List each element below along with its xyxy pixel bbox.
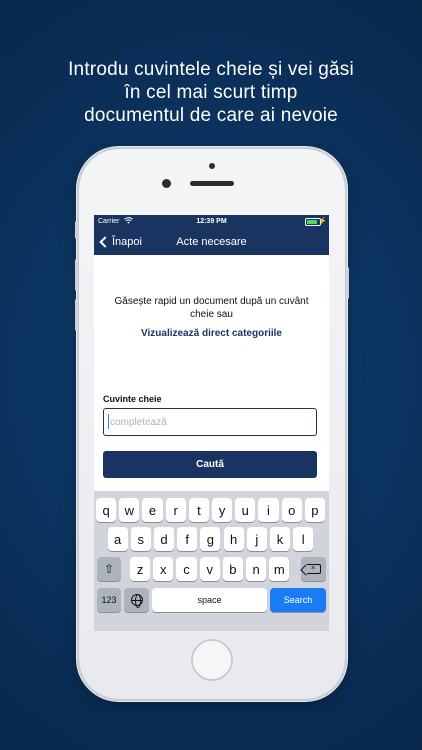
- space-key[interactable]: space: [152, 588, 267, 612]
- phone-volume-up: [75, 259, 78, 291]
- key-n[interactable]: n: [246, 557, 267, 581]
- key-l[interactable]: l: [293, 527, 314, 551]
- shift-key[interactable]: ⇧: [97, 557, 121, 581]
- key-k[interactable]: k: [269, 527, 291, 551]
- numbers-key[interactable]: 123: [97, 588, 121, 612]
- promo-headline: Introdu cuvintele cheie și vei găsi în c…: [0, 58, 422, 127]
- key-w[interactable]: w: [119, 498, 140, 522]
- backspace-icon: ×: [306, 564, 321, 574]
- key-f[interactable]: f: [177, 527, 198, 551]
- key-a[interactable]: a: [107, 527, 128, 551]
- headline-line-1: Introdu cuvintele cheie și vei găsi: [68, 59, 354, 80]
- headline-line-2: în cel mai scurt timp: [124, 82, 298, 103]
- key-c[interactable]: c: [176, 557, 197, 581]
- phone-sensor: [209, 163, 215, 169]
- key-x[interactable]: x: [153, 557, 174, 581]
- text-cursor: [108, 414, 109, 429]
- search-button[interactable]: Caută: [103, 451, 317, 478]
- battery-level-fill: [307, 220, 318, 224]
- key-b[interactable]: b: [222, 557, 243, 581]
- phone-speaker: [190, 181, 234, 186]
- key-p[interactable]: p: [304, 498, 325, 522]
- status-bar: Carrier 12:39 PM ⚡: [94, 215, 329, 229]
- keyboard-search-key[interactable]: Search: [270, 588, 326, 612]
- key-s[interactable]: s: [130, 527, 151, 551]
- navigation-bar: Înapoi Acte necesare: [94, 229, 329, 255]
- globe-icon: [130, 594, 143, 608]
- key-v[interactable]: v: [199, 557, 220, 581]
- key-y[interactable]: y: [212, 498, 233, 522]
- key-u[interactable]: u: [235, 498, 256, 522]
- intro-text: Găsește rapid un document după un cuvânt…: [114, 296, 309, 320]
- key-t[interactable]: t: [188, 498, 209, 522]
- key-j[interactable]: j: [246, 527, 267, 551]
- status-time: 12:39 PM: [196, 218, 227, 225]
- key-d[interactable]: d: [153, 527, 175, 551]
- charging-icon: ⚡: [318, 218, 327, 225]
- shift-arrow-icon: ⇧: [103, 562, 115, 576]
- key-e[interactable]: e: [142, 498, 163, 522]
- phone-frame: Carrier 12:39 PM ⚡ Înapoi Acte necesare …: [75, 149, 349, 699]
- key-o[interactable]: o: [281, 498, 302, 522]
- key-m[interactable]: m: [269, 557, 290, 581]
- app-screen: Carrier 12:39 PM ⚡ Înapoi Acte necesare …: [94, 215, 329, 631]
- headline-line-3: documentul de care ai nevoie: [84, 105, 338, 126]
- page-title: Acte necesare: [176, 236, 247, 248]
- on-screen-keyboard: qwertyuiop asdfghjkl ⇧ zxcvbnm × 123 spa…: [94, 491, 329, 631]
- keyword-input[interactable]: [103, 408, 317, 436]
- key-g[interactable]: g: [200, 527, 221, 551]
- phone-mute-switch: [75, 221, 78, 239]
- key-r[interactable]: r: [165, 498, 186, 522]
- key-z[interactable]: z: [130, 557, 151, 581]
- phone-power-button: [346, 267, 349, 299]
- globe-key[interactable]: [124, 588, 149, 612]
- phone-volume-down: [75, 299, 78, 331]
- home-button[interactable]: [191, 639, 233, 681]
- view-categories-link[interactable]: Vizualizează direct categoriile: [94, 328, 329, 339]
- key-h[interactable]: h: [223, 527, 244, 551]
- key-q[interactable]: q: [96, 498, 117, 522]
- backspace-key[interactable]: ×: [301, 557, 326, 581]
- phone-front-camera: [162, 179, 171, 188]
- keyword-label: Cuvinte cheie: [103, 394, 162, 404]
- key-i[interactable]: i: [258, 498, 279, 522]
